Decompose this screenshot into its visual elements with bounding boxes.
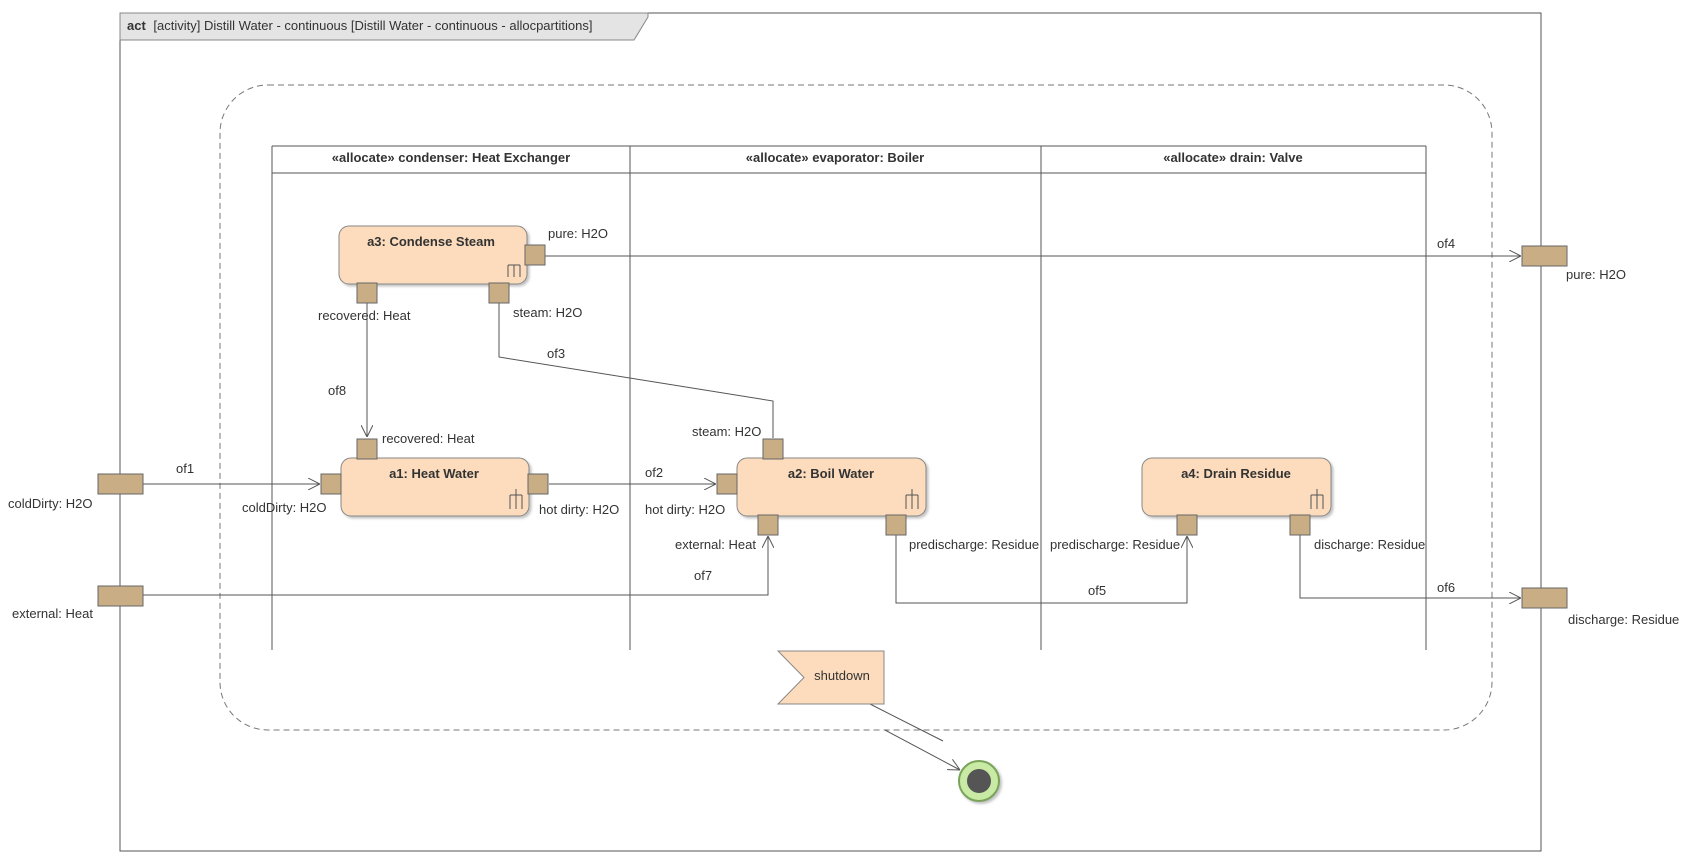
action-a3[interactable]: a3: Condense Steam: [338, 225, 528, 285]
pin-a3-steam-label: steam: H2O: [513, 305, 582, 320]
pin-a4-discharge-label: discharge: Residue: [1314, 537, 1425, 552]
action-a1[interactable]: a1: Heat Water: [340, 457, 530, 517]
pin-a2-hotDirty-label: hot dirty: H2O: [645, 502, 725, 517]
flow-of7-label: of7: [694, 568, 712, 583]
pin-a3-pure-label: pure: H2O: [548, 226, 608, 241]
param-coldDirty-label: coldDirty: H2O: [8, 496, 93, 511]
pin-a1-recovered-label: recovered: Heat: [382, 431, 475, 446]
pin-a2-external-label: external: Heat: [675, 537, 756, 552]
flow-of6-label: of6: [1437, 580, 1455, 595]
pin-a1-recovered[interactable]: [356, 438, 378, 460]
action-a3-label: a3: Condense Steam: [367, 234, 495, 249]
pin-a3-steam[interactable]: [488, 282, 510, 304]
param-discharge[interactable]: [1521, 587, 1568, 609]
action-a1-label: a1: Heat Water: [389, 466, 479, 481]
param-external[interactable]: [97, 585, 144, 607]
frame-title: act [activity] Distill Water - continuou…: [127, 18, 592, 33]
flow-of4-label: of4: [1437, 236, 1455, 251]
flow-of5-label: of5: [1088, 583, 1106, 598]
pin-a3-pure[interactable]: [524, 244, 546, 266]
action-a2-label: a2: Boil Water: [788, 466, 874, 481]
pin-a2-external[interactable]: [757, 514, 779, 536]
pin-a2-predischarge-label: predischarge: Residue: [909, 537, 1039, 552]
pin-a1-coldDirty-label: coldDirty: H2O: [242, 500, 327, 515]
pin-a2-steam-label: steam: H2O: [692, 424, 761, 439]
partition-evaporator-label[interactable]: «allocate» evaporator: Boiler: [746, 150, 924, 165]
pin-a2-steam[interactable]: [762, 438, 784, 460]
pin-a2-predischarge[interactable]: [885, 514, 907, 536]
activity-frame: act [activity] Distill Water - continuou…: [119, 12, 1542, 852]
param-coldDirty[interactable]: [97, 473, 144, 495]
pin-a3-recovered-label: recovered: Heat: [318, 308, 411, 323]
pin-a1-coldDirty[interactable]: [320, 473, 342, 495]
accept-event-label: shutdown: [814, 668, 870, 683]
pin-a1-hotDirty[interactable]: [527, 473, 549, 495]
param-external-label: external: Heat: [12, 606, 93, 621]
activity-diagram: act [activity] Distill Water - continuou…: [8, 12, 1679, 852]
flow-of8-label: of8: [328, 383, 346, 398]
action-a4[interactable]: a4: Drain Residue: [1141, 457, 1332, 517]
pin-a1-hotDirty-label: hot dirty: H2O: [539, 502, 619, 517]
partition-condenser-label[interactable]: «allocate» condenser: Heat Exchanger: [332, 150, 570, 165]
interruptible-region[interactable]: [219, 84, 1493, 731]
partition-drain-label[interactable]: «allocate» drain: Valve: [1163, 150, 1302, 165]
param-discharge-label: discharge: Residue: [1568, 612, 1679, 627]
param-pure[interactable]: [1521, 245, 1568, 267]
activity-final-node[interactable]: [958, 760, 1000, 802]
flow-of2-label: of2: [645, 465, 663, 480]
action-a4-label: a4: Drain Residue: [1181, 466, 1291, 481]
flow-of3-label: of3: [547, 346, 565, 361]
flow-shutdown-a[interactable]: [869, 703, 944, 742]
pin-a2-hotDirty[interactable]: [716, 473, 738, 495]
param-pure-label: pure: H2O: [1566, 267, 1626, 282]
pin-a4-discharge[interactable]: [1289, 514, 1311, 536]
final-node-dot: [967, 769, 991, 793]
pin-a3-recovered[interactable]: [356, 282, 378, 304]
pin-a4-predischarge-label: predischarge: Residue: [1050, 537, 1180, 552]
swimlanes: «allocate» condenser: Heat Exchanger «al…: [271, 145, 1427, 650]
activity-parameters: coldDirty: H2O external: Heat pure: H2O …: [8, 245, 1679, 627]
accept-event-shutdown[interactable]: shutdown: [776, 650, 885, 705]
flow-of1-label: of1: [176, 461, 194, 476]
pin-a4-predischarge[interactable]: [1176, 514, 1198, 536]
action-a2[interactable]: a2: Boil Water: [736, 457, 927, 517]
flow-shutdown-b[interactable]: [884, 729, 960, 770]
